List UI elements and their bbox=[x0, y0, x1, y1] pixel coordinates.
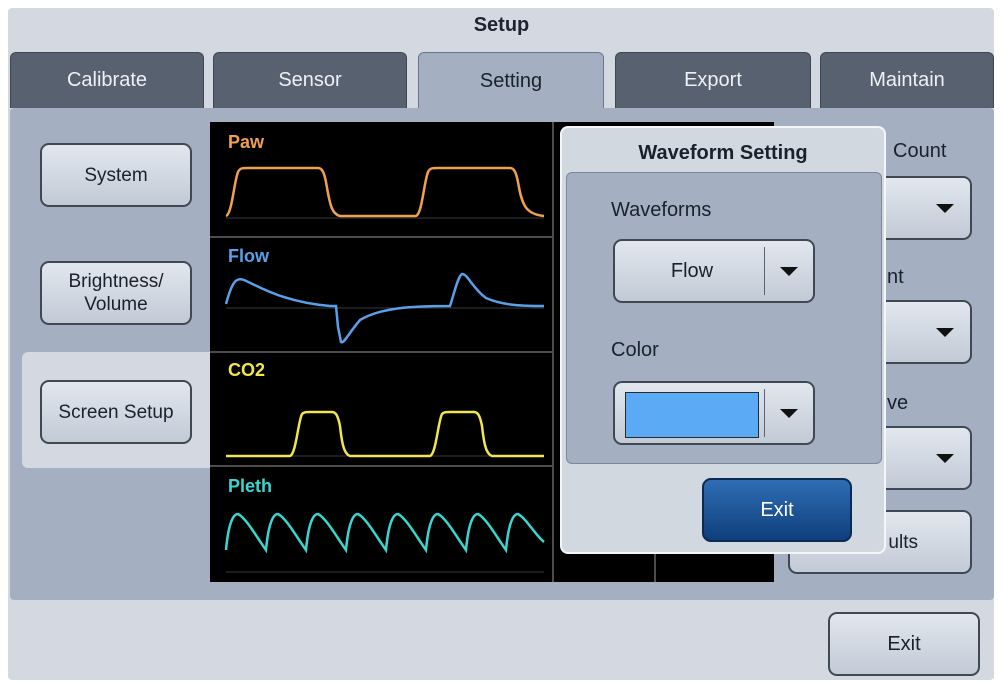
sidebar-item-label: Screen Setup bbox=[58, 401, 174, 423]
tab-label: Calibrate bbox=[66, 69, 148, 91]
tab-sensor[interactable]: Sensor bbox=[213, 52, 407, 108]
dialog-exit-button[interactable]: Exit bbox=[702, 478, 852, 542]
co2-trace bbox=[226, 410, 544, 458]
chevron-down-icon bbox=[920, 178, 970, 238]
dialog-settings-panel: Waveforms Flow Color bbox=[566, 172, 882, 464]
color-swatch bbox=[625, 392, 759, 438]
sidebar-item-label: Brightness/ Volume bbox=[68, 271, 164, 315]
tab-setting[interactable]: Setting bbox=[418, 52, 604, 110]
waveform-divider bbox=[552, 122, 554, 582]
pleth-trace bbox=[224, 512, 545, 554]
tab-label: Setting bbox=[479, 70, 543, 92]
dialog-exit-label: Exit bbox=[760, 498, 794, 521]
exit-button[interactable]: Exit bbox=[828, 612, 980, 676]
waveforms-dropdown-value: Flow bbox=[670, 259, 714, 282]
defaults-button-label: ults bbox=[888, 531, 918, 553]
right-label-2: nt bbox=[887, 266, 904, 288]
exit-button-label: Exit bbox=[887, 632, 921, 655]
chevron-down-icon bbox=[920, 428, 970, 488]
tab-maintain[interactable]: Maintain bbox=[820, 52, 994, 108]
tab-label: Maintain bbox=[869, 69, 945, 91]
color-label: Color bbox=[611, 339, 659, 361]
chevron-down-icon bbox=[765, 383, 813, 443]
waveforms-dropdown[interactable]: Flow bbox=[613, 239, 815, 303]
tab-calibrate[interactable]: Calibrate bbox=[10, 52, 204, 108]
waveform-setting-dialog: Waveform Setting Waveforms Flow Color Ex… bbox=[560, 126, 886, 554]
chevron-down-icon bbox=[920, 302, 970, 362]
sidebar-item-screen-setup[interactable]: Screen Setup bbox=[40, 380, 192, 444]
right-label-count: Count bbox=[893, 140, 947, 162]
waveform-divider bbox=[654, 552, 656, 582]
sidebar-item-brightness-volume[interactable]: Brightness/ Volume bbox=[40, 261, 192, 325]
paw-trace bbox=[225, 166, 545, 218]
tab-export[interactable]: Export bbox=[615, 52, 811, 108]
waveforms-label: Waveforms bbox=[611, 199, 712, 221]
sidebar-item-label: System bbox=[84, 164, 148, 186]
right-label-3: ve bbox=[887, 392, 909, 414]
waveform-traces bbox=[224, 166, 545, 573]
chevron-down-icon bbox=[765, 241, 813, 301]
tab-label: Sensor bbox=[278, 69, 342, 91]
tab-label: Export bbox=[684, 69, 742, 91]
window-title: Setup bbox=[473, 14, 530, 36]
sidebar-item-system[interactable]: System bbox=[40, 143, 192, 207]
dialog-title: Waveform Setting bbox=[638, 142, 808, 164]
color-dropdown[interactable] bbox=[613, 381, 815, 445]
